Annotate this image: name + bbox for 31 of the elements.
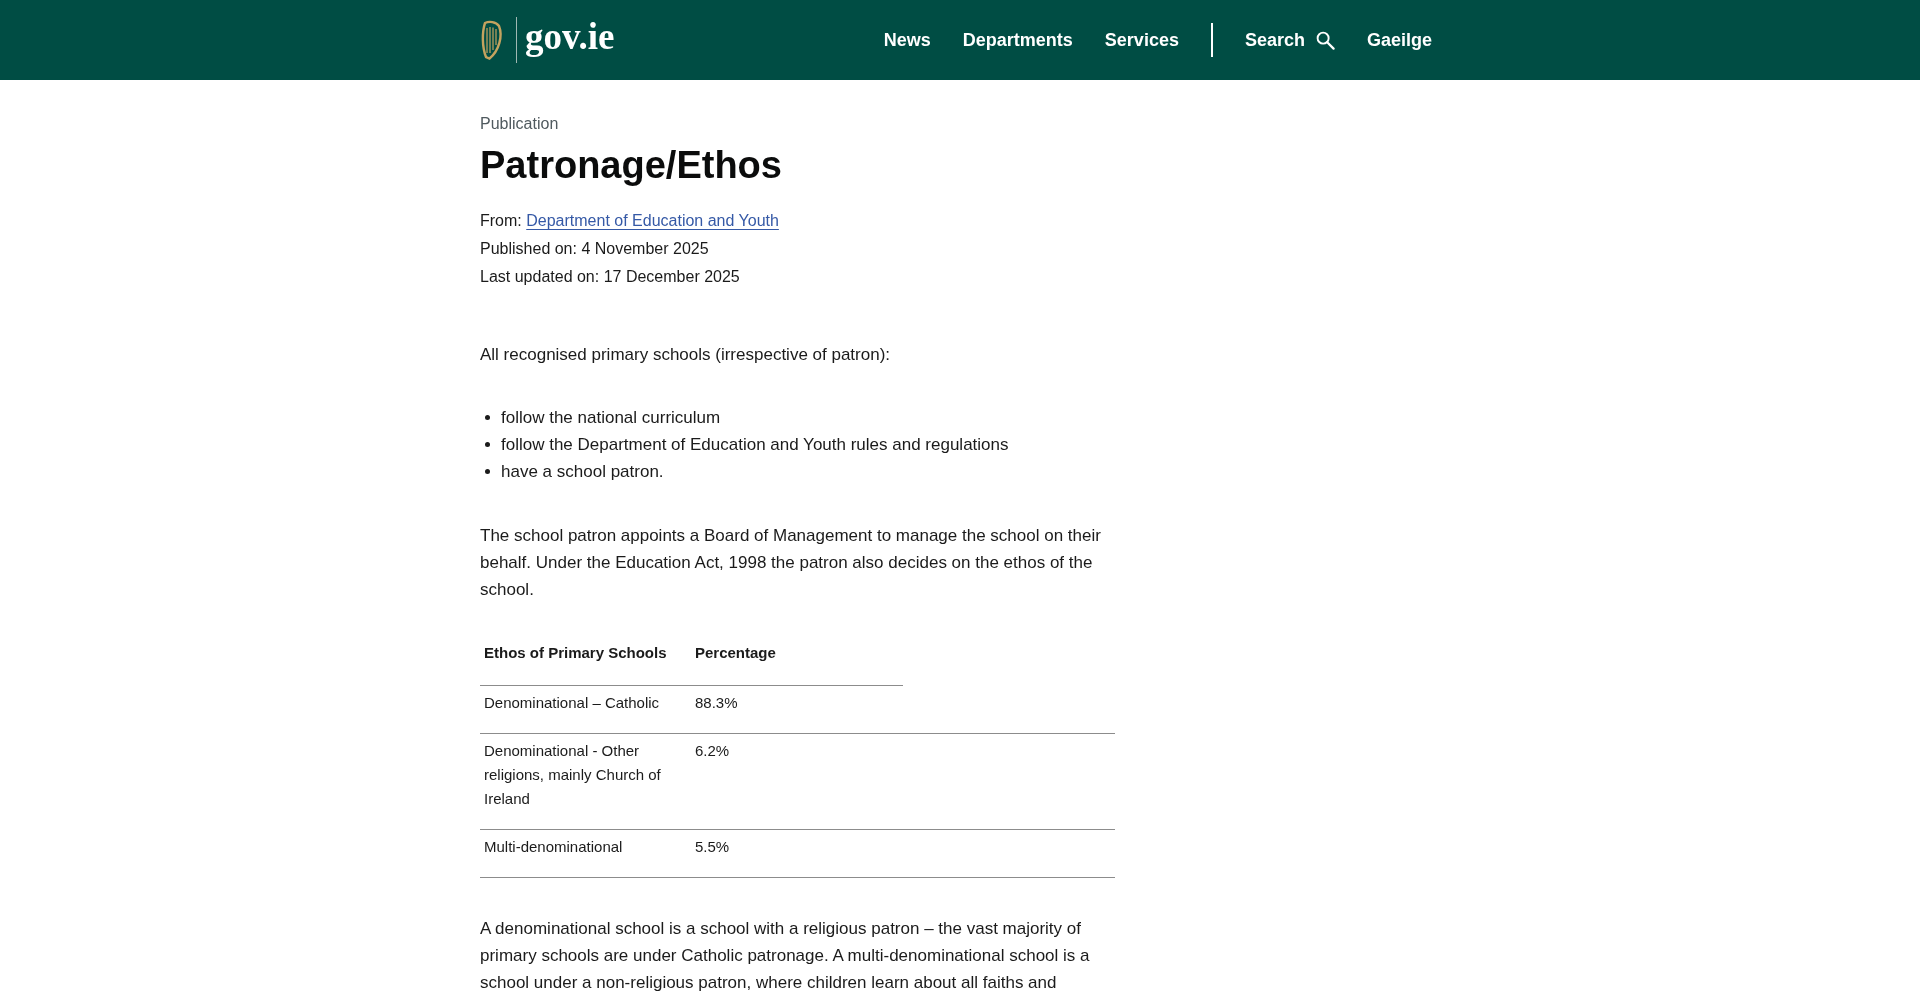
column-header: Ethos of Primary Schools [483,643,668,663]
search-button[interactable]: Search [1244,28,1335,52]
table-cell-text: Denominational – Catholic [483,693,661,713]
bullet-icon [485,469,490,474]
column-header: Percentage [694,643,777,663]
nav-link[interactable]: Services [1104,28,1179,52]
harp-icon [480,20,504,60]
list-item-text: have a school patron. [501,461,664,483]
table-cell-text: 5.5% [694,837,731,857]
bullet-icon [485,415,490,420]
content-type-label: Publication [480,114,560,134]
department-link[interactable]: Department of Education and Youth [526,212,779,229]
nav-link[interactable]: News [883,28,931,52]
body-paragraph: All recognised primary schools (irrespective of patron): [480,344,892,366]
language-link[interactable]: Gaeilge [1366,28,1432,52]
list-item-text: follow the national curriculum [501,407,721,429]
search-icon [1315,30,1335,50]
publisher-label: From: [480,212,522,229]
body-paragraph: A denominational school is a school with a religious patron – the vast majority of primary schools are under Catholic patronage. A multi-denominational school is a school under a non-religious patron, where children learn about all faiths and [480,918,1091,994]
table-cell-text: 6.2% [694,741,731,761]
list-item-text: follow the Department of Education and Youth rules and regulations [501,434,1009,456]
home-logo-link[interactable]: gov.ie [480,17,615,63]
nav-link[interactable]: Departments [962,28,1073,52]
date-text: Last updated on: 17 December 2025 [480,267,741,287]
table-cell-text: Denominational - Other religions, mainly Church of Ireland [483,741,662,809]
table-cell-text: Multi-denominational [483,837,624,857]
date-text: Published on: 4 November 2025 [480,239,710,259]
bullet-icon [485,442,490,447]
table-cell-text: 88.3% [694,693,739,713]
page-title: Patronage/Ethos [480,143,783,188]
body-paragraph: The school patron appoints a Board of Management to manage the school on their behalf. Under the Education Act, 1998 the patron also decides on the ethos of the school. [480,525,1102,601]
